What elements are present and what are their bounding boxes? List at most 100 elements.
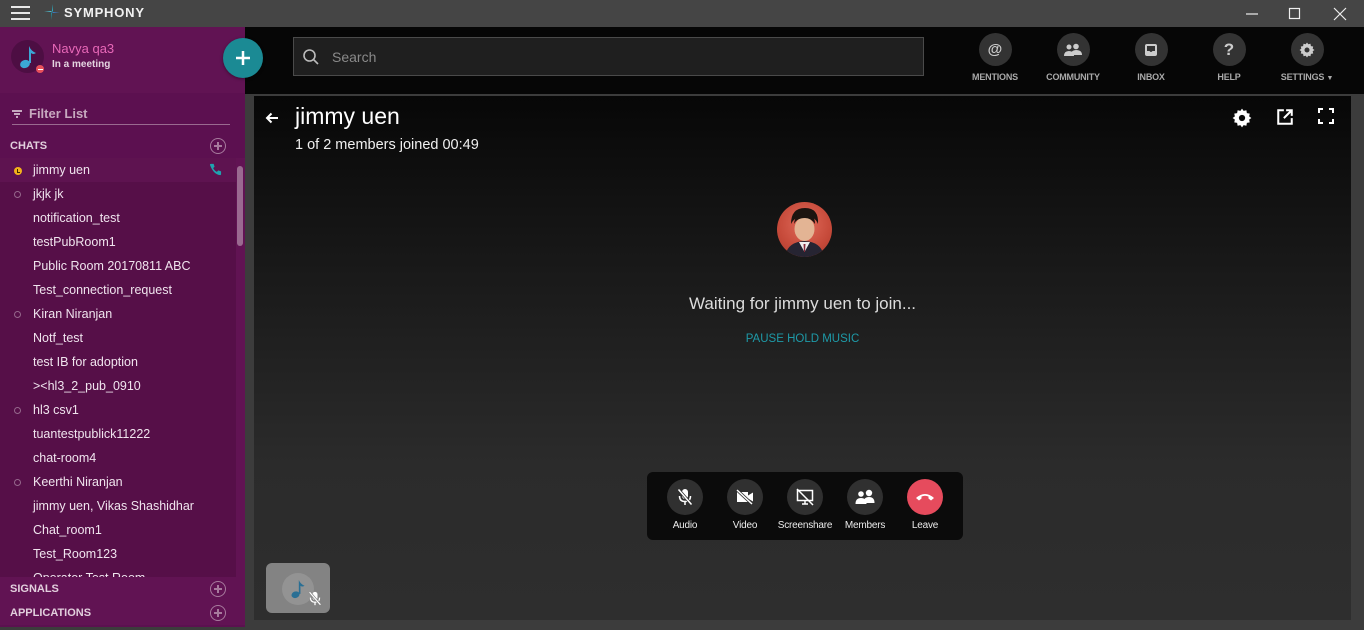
- settings-text: SETTINGS: [1280, 72, 1325, 82]
- hang-up-icon: [916, 494, 934, 501]
- top-nav: @ MENTIONS COMMUNITY INBOX ? HELP SETTIN…: [245, 27, 1364, 94]
- compose-button[interactable]: [223, 38, 263, 78]
- applications-title: APPLICATIONS: [10, 607, 92, 619]
- chat-list-item[interactable]: ><hl3_2_pub_0910: [0, 374, 236, 398]
- self-video-tile[interactable]: [266, 563, 330, 613]
- app-name: SYMPHONY: [64, 4, 145, 20]
- chat-name: Chat_room1: [33, 523, 102, 537]
- chat-list-item[interactable]: jkjk jk: [0, 182, 236, 206]
- members-label: Members: [844, 520, 886, 531]
- chat-name: jimmy uen: [33, 163, 90, 177]
- close-icon: [1333, 7, 1347, 20]
- chat-name: Public Room 20170811 ABC: [33, 259, 191, 273]
- chat-list-item[interactable]: hl3 csv1: [0, 398, 236, 422]
- maximize-button[interactable]: [1272, 0, 1318, 27]
- audio-button[interactable]: Audio: [655, 479, 715, 531]
- gear-icon: [1232, 108, 1252, 128]
- main-frame: jimmy uen 1 of 2 members joined 00:49 Wa…: [245, 94, 1364, 627]
- chat-name: Notf_test: [33, 331, 84, 345]
- call-settings-button[interactable]: [1232, 108, 1252, 133]
- minimize-button[interactable]: [1229, 0, 1275, 27]
- microphone-muted-icon: [308, 591, 322, 606]
- leave-label: Leave: [911, 520, 939, 531]
- members-icon: [855, 489, 875, 504]
- signals-section-header[interactable]: SIGNALS: [0, 577, 245, 601]
- remote-participant-avatar: [777, 202, 832, 257]
- chat-list-item[interactable]: testPubRoom1: [0, 230, 236, 254]
- scrollbar-thumb[interactable]: [237, 166, 243, 246]
- help-icon: ?: [1223, 39, 1235, 59]
- filter-placeholder: Filter List: [29, 106, 88, 121]
- chat-list-item[interactable]: notification_test: [0, 206, 236, 230]
- chat-list-item[interactable]: Test_connection_request: [0, 278, 236, 302]
- inbox-icon: [1145, 43, 1157, 56]
- chat-list-item[interactable]: Public Room 20170811 ABC: [0, 254, 236, 278]
- search-input[interactable]: [332, 48, 892, 65]
- chat-list-item[interactable]: test IB for adoption: [0, 350, 236, 374]
- chat-list-item[interactable]: Notf_test: [0, 326, 236, 350]
- fullscreen-button[interactable]: [1318, 108, 1334, 129]
- self-muted-indicator: [308, 591, 322, 611]
- add-chat-icon[interactable]: [210, 138, 226, 154]
- back-button[interactable]: [264, 110, 280, 131]
- chat-list-item[interactable]: Test_Room123: [0, 542, 236, 566]
- do-not-disturb-icon: [36, 65, 44, 73]
- chat-name: testPubRoom1: [33, 235, 116, 249]
- chat-list-item[interactable]: Kiran Niranjan: [0, 302, 236, 326]
- video-button[interactable]: Video: [715, 479, 775, 531]
- chat-list-item[interactable]: Chat_room1: [0, 518, 236, 542]
- hamburger-menu-icon[interactable]: [11, 6, 30, 20]
- chat-list: jimmy uen jkjk jk notification_test testPub…: [0, 158, 236, 577]
- inbox-button[interactable]: INBOX: [1115, 33, 1187, 91]
- chats-section-header[interactable]: CHATS: [0, 134, 236, 158]
- chevron-down-icon: ▼: [1326, 75, 1334, 82]
- signals-title: SIGNALS: [10, 583, 59, 595]
- chat-list-item[interactable]: Operator Test Room: [0, 566, 236, 577]
- mentions-label: MENTIONS: [972, 72, 1018, 82]
- app-logo: SYMPHONY: [43, 3, 145, 21]
- call-subtitle: 1 of 2 members joined 00:49: [295, 137, 479, 153]
- chat-list-item[interactable]: Keerthi Niranjan: [0, 470, 236, 494]
- chat-name: notification_test: [33, 211, 120, 225]
- call-panel: jimmy uen 1 of 2 members joined 00:49 Wa…: [254, 96, 1351, 620]
- chat-list-item[interactable]: chat-room4: [0, 446, 236, 470]
- chat-list-item[interactable]: jimmy uen: [0, 158, 236, 182]
- add-signal-icon[interactable]: [210, 581, 226, 597]
- presence-offline-icon: [14, 479, 21, 486]
- applications-section-header[interactable]: APPLICATIONS: [0, 601, 245, 625]
- inbox-label: INBOX: [1137, 72, 1165, 82]
- leave-button[interactable]: Leave: [895, 479, 955, 531]
- help-button[interactable]: ? HELP: [1193, 33, 1265, 91]
- pause-hold-music-button[interactable]: PAUSE HOLD MUSIC: [254, 333, 1351, 345]
- chat-name: Test_connection_request: [33, 283, 172, 297]
- screenshare-off-icon: [796, 488, 814, 506]
- chat-list-item[interactable]: jimmy uen, Vikas Shashidhar: [0, 494, 236, 518]
- sidebar: Navya qa3 In a meeting Filter List CHATS…: [0, 27, 245, 627]
- symphony-logo-icon: [44, 4, 60, 20]
- settings-button[interactable]: SETTINGS ▼: [1271, 33, 1343, 91]
- arrow-left-icon: [265, 112, 278, 124]
- members-button[interactable]: Members: [835, 479, 895, 531]
- help-label: HELP: [1217, 72, 1241, 82]
- search-bar[interactable]: [293, 37, 924, 76]
- presence-offline-icon: [14, 407, 21, 414]
- chat-name: Keerthi Niranjan: [33, 475, 123, 489]
- presence-away-icon: [14, 167, 22, 175]
- phone-icon[interactable]: [209, 163, 222, 181]
- mentions-button[interactable]: @ MENTIONS: [959, 33, 1031, 91]
- profile-name[interactable]: Navya qa3: [52, 41, 114, 56]
- screenshare-button[interactable]: Screenshare: [775, 479, 835, 531]
- filter-list[interactable]: Filter List: [12, 103, 230, 125]
- chat-name: hl3 csv1: [33, 403, 79, 417]
- chat-list-item[interactable]: tuantestpublick11222: [0, 422, 236, 446]
- chat-name: Test_Room123: [33, 547, 118, 561]
- at-icon: @: [987, 41, 1003, 58]
- community-button[interactable]: COMMUNITY: [1037, 33, 1109, 91]
- chat-name: test IB for adoption: [33, 355, 138, 369]
- add-application-icon[interactable]: [210, 605, 226, 621]
- pop-out-button[interactable]: [1276, 108, 1294, 131]
- call-title: jimmy uen: [295, 103, 400, 129]
- profile-status[interactable]: In a meeting: [52, 59, 110, 70]
- settings-label: SETTINGS ▼: [1280, 72, 1334, 82]
- close-button[interactable]: [1317, 0, 1363, 27]
